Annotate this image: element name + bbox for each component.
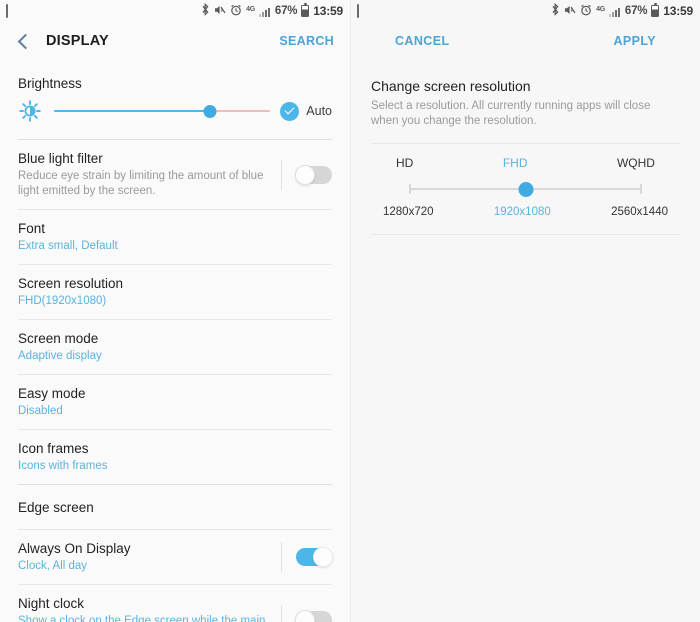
auto-brightness-label: Auto: [306, 104, 332, 118]
gallery-icon: [357, 3, 359, 18]
battery-icon: [651, 3, 660, 17]
toggle-separator: [281, 604, 282, 622]
always-on-display-switch[interactable]: [296, 547, 333, 567]
status-bar-notifications: [357, 3, 359, 18]
screen-root: 4G 67% 13:59 DISPLAY SEARCH Brightness A…: [0, 0, 700, 622]
list-item-title: Screen mode: [18, 331, 99, 346]
status-bar-notifications: [6, 3, 8, 18]
network-4g-icon: 4G: [596, 5, 605, 13]
brightness-icon: [18, 99, 42, 123]
page-title: DISPLAY: [46, 33, 109, 49]
list-item-screen-mode[interactable]: Screen mode Adaptive display: [0, 320, 350, 374]
resolution-label-fhd[interactable]: FHD: [503, 156, 528, 170]
list-item-easy-mode[interactable]: Easy mode Disabled: [0, 375, 350, 429]
list-item-subtitle: Reduce eye strain by limiting the amount…: [18, 170, 264, 197]
list-item-title: Always On Display: [18, 541, 131, 556]
list-item-title: Blue light filter: [18, 151, 103, 166]
resolution-tick-right: [640, 184, 642, 194]
signal-icon: [258, 6, 271, 17]
resolution-values: 1280x720 1920x1080 2560x1440: [371, 198, 680, 218]
brightness-row: Auto: [0, 91, 350, 139]
status-bar-system-icons: 4G 67% 13:59: [551, 2, 693, 19]
cancel-button[interactable]: CANCEL: [395, 34, 449, 48]
resolution-label-hd[interactable]: HD: [396, 156, 413, 170]
resolution-slider-thumb[interactable]: [518, 182, 533, 197]
alarm-icon: [230, 4, 242, 19]
list-item-title: Night clock: [18, 596, 85, 611]
mute-icon: [214, 4, 226, 19]
status-bar-right: 4G 67% 13:59: [351, 0, 700, 22]
list-item-subtitle: Disabled: [18, 405, 63, 417]
back-icon[interactable]: [14, 32, 32, 50]
list-item-title: Edge screen: [18, 499, 94, 515]
toggle-separator: [281, 159, 282, 190]
clock-label: 13:59: [663, 4, 693, 18]
brightness-slider[interactable]: [54, 102, 271, 120]
status-bar-left: 4G 67% 13:59: [0, 0, 350, 22]
list-item-night-clock[interactable]: Night clock Show a clock on the Edge scr…: [0, 585, 350, 622]
action-bar-right: CANCEL APPLY: [351, 22, 700, 60]
bluetooth-icon: [201, 2, 210, 19]
display-settings-panel: 4G 67% 13:59 DISPLAY SEARCH Brightness A…: [0, 0, 350, 622]
change-resolution-panel: 4G 67% 13:59 CANCEL APPLY Change screen …: [350, 0, 700, 622]
list-item-subtitle: Clock, All day: [18, 560, 88, 572]
status-bar-system-icons: 4G 67% 13:59: [201, 2, 343, 19]
brightness-slider-filled: [54, 110, 210, 112]
gallery-icon: [6, 3, 8, 18]
list-item-icon-frames[interactable]: Icon frames Icons with frames: [0, 430, 350, 484]
brightness-title: Brightness: [18, 76, 82, 91]
list-item-blue-light-filter[interactable]: Blue light filter Reduce eye strain by l…: [0, 140, 350, 209]
resolution-value-hd: 1280x720: [383, 206, 434, 218]
list-item-screen-resolution[interactable]: Screen resolution FHD(1920x1080): [0, 265, 350, 319]
brightness-slider-thumb[interactable]: [203, 104, 217, 118]
brightness-slider-remainder: [209, 110, 271, 112]
divider: [371, 234, 680, 235]
resolution-labels: HD FHD WQHD: [371, 144, 680, 170]
list-item-title: Screen resolution: [18, 276, 124, 291]
dialog-title: Change screen resolution: [371, 78, 531, 94]
resolution-label-wqhd[interactable]: WQHD: [617, 156, 655, 170]
dialog-description: Select a resolution. All currently runni…: [371, 100, 651, 127]
list-item-subtitle: Adaptive display: [18, 350, 102, 362]
list-item-subtitle: Icons with frames: [18, 460, 108, 472]
resolution-dialog: Change screen resolution Select a resolu…: [351, 60, 700, 235]
night-clock-switch[interactable]: [295, 609, 332, 622]
auto-brightness-toggle[interactable]: Auto: [280, 101, 332, 121]
mute-icon: [564, 4, 576, 19]
settings-list: Brightness Auto Blue light filter Reduce…: [0, 60, 350, 622]
list-item-edge-screen[interactable]: Edge screen: [0, 485, 350, 529]
list-item-always-on-display[interactable]: Always On Display Clock, All day: [0, 530, 350, 584]
battery-icon: [301, 3, 310, 17]
apply-button[interactable]: APPLY: [613, 34, 656, 48]
blue-light-filter-switch[interactable]: [295, 164, 332, 185]
resolution-slider[interactable]: [409, 180, 642, 198]
search-button[interactable]: SEARCH: [279, 34, 334, 48]
action-bar-left: DISPLAY SEARCH: [0, 22, 350, 60]
resolution-value-fhd: 1920x1080: [493, 206, 551, 218]
toggle-separator: [281, 542, 282, 572]
list-item-title: Easy mode: [18, 386, 86, 401]
signal-icon: [608, 6, 621, 17]
resolution-value-wqhd: 2560x1440: [611, 206, 668, 218]
alarm-icon: [580, 4, 592, 19]
list-item-subtitle: Extra small, Default: [18, 240, 118, 252]
list-item-font[interactable]: Font Extra small, Default: [0, 210, 350, 264]
list-item-title: Icon frames: [18, 441, 89, 456]
resolution-tick-left: [409, 184, 411, 194]
clock-label: 13:59: [313, 4, 343, 18]
battery-percent-label: 67%: [624, 5, 648, 17]
bluetooth-icon: [551, 2, 560, 19]
list-item-subtitle: FHD(1920x1080): [18, 295, 107, 307]
check-icon: [280, 101, 300, 121]
battery-percent-label: 67%: [274, 5, 298, 17]
list-item-subtitle: Show a clock on the Edge screen while th…: [18, 615, 266, 622]
network-4g-icon: 4G: [246, 5, 255, 13]
list-item-title: Font: [18, 221, 46, 236]
